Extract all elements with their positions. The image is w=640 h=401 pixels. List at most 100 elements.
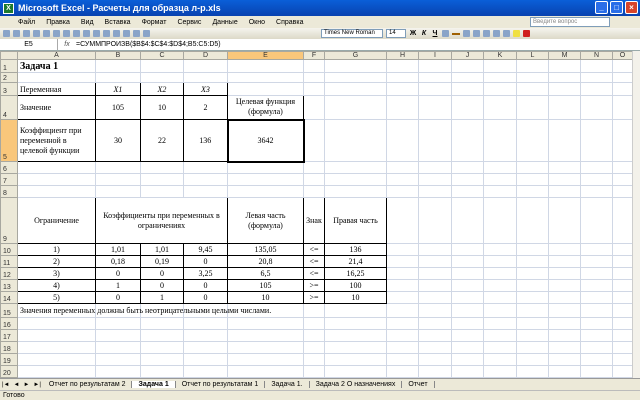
cell[interactable] (418, 185, 452, 198)
cell[interactable] (17, 341, 96, 354)
cell[interactable] (612, 279, 633, 292)
cell[interactable] (418, 82, 452, 96)
cell[interactable] (483, 95, 517, 120)
cell[interactable] (324, 303, 387, 318)
cell[interactable] (516, 173, 549, 186)
cell[interactable] (140, 72, 184, 83)
cell[interactable]: Знак (303, 197, 325, 244)
cell[interactable] (516, 291, 549, 304)
cell[interactable] (303, 365, 325, 378)
cell[interactable] (612, 353, 633, 366)
cell[interactable] (483, 303, 517, 318)
constraint-cell[interactable]: 136 (324, 243, 387, 256)
cell[interactable] (324, 185, 387, 198)
cell[interactable] (483, 291, 517, 304)
cell[interactable] (516, 82, 549, 96)
cell[interactable] (483, 59, 517, 73)
cell[interactable] (227, 72, 304, 83)
cell[interactable] (386, 291, 419, 304)
cell[interactable] (418, 303, 452, 318)
cell[interactable] (140, 341, 184, 354)
cell[interactable]: 2 (183, 95, 228, 120)
cell[interactable] (548, 279, 581, 292)
column-header-A[interactable]: A (17, 51, 96, 60)
column-header-G[interactable]: G (324, 51, 387, 60)
cell[interactable] (516, 243, 549, 256)
cell[interactable] (516, 72, 549, 83)
cell[interactable] (324, 317, 387, 330)
cell[interactable] (140, 317, 184, 330)
cell[interactable] (95, 161, 141, 174)
bold-button[interactable]: Ж (409, 30, 417, 37)
cell[interactable] (580, 365, 613, 378)
row-header[interactable]: 19 (0, 353, 18, 366)
row-header[interactable]: 4 (0, 95, 18, 120)
cell[interactable] (483, 197, 517, 244)
constraint-cell[interactable]: 105 (227, 279, 304, 292)
constraint-cell[interactable]: 1,01 (140, 243, 184, 256)
cell[interactable] (386, 185, 419, 198)
cell[interactable] (612, 291, 633, 304)
constraint-cell[interactable]: 0 (95, 267, 141, 280)
cell[interactable] (548, 185, 581, 198)
cell[interactable] (483, 72, 517, 83)
row-header[interactable]: 11 (0, 255, 18, 268)
column-header-B[interactable]: B (95, 51, 141, 60)
menu-item-3[interactable]: Вставка (105, 19, 131, 26)
row-header[interactable]: 10 (0, 243, 18, 256)
cell[interactable] (324, 72, 387, 83)
cell[interactable] (95, 353, 141, 366)
cut-icon[interactable] (63, 30, 70, 37)
cell[interactable] (580, 279, 613, 292)
cell[interactable] (516, 317, 549, 330)
cell[interactable] (95, 329, 141, 342)
cell[interactable] (612, 303, 633, 318)
cell[interactable] (17, 317, 96, 330)
chart-icon[interactable] (143, 30, 150, 37)
cell[interactable]: Левая часть (формула) (227, 197, 304, 244)
constraint-cell[interactable]: <= (303, 255, 325, 268)
cell[interactable] (580, 119, 613, 162)
cell[interactable] (183, 341, 228, 354)
align-right-icon[interactable] (463, 30, 470, 37)
column-header-J[interactable]: J (451, 51, 484, 60)
cell[interactable] (386, 197, 419, 244)
cell[interactable] (451, 185, 484, 198)
cell[interactable]: Переменная (17, 82, 96, 96)
cell[interactable] (386, 173, 419, 186)
paste-icon[interactable] (83, 30, 90, 37)
cell[interactable] (580, 317, 613, 330)
constraint-cell[interactable]: 4) (17, 279, 96, 292)
cell[interactable] (303, 82, 325, 96)
menu-item-8[interactable]: Справка (276, 19, 303, 26)
cell[interactable] (227, 161, 304, 174)
fx-icon[interactable]: fx (58, 41, 76, 48)
row-header[interactable]: 20 (0, 365, 18, 378)
cell[interactable] (516, 329, 549, 342)
column-header-H[interactable]: H (386, 51, 419, 60)
cell[interactable] (183, 173, 228, 186)
cell[interactable] (580, 267, 613, 280)
cell[interactable]: Значения переменных должны быть неотрица… (17, 303, 271, 318)
menu-item-5[interactable]: Сервис (177, 19, 201, 26)
undo-icon[interactable] (93, 30, 100, 37)
column-header-F[interactable]: F (303, 51, 325, 60)
cell[interactable] (227, 173, 304, 186)
cell[interactable] (227, 341, 304, 354)
cell[interactable] (95, 72, 141, 83)
cell[interactable] (418, 353, 452, 366)
row-header[interactable]: 3 (0, 82, 18, 96)
cell[interactable] (516, 161, 549, 174)
menu-item-7[interactable]: Окно (249, 19, 265, 26)
autosum-icon[interactable] (113, 30, 120, 37)
cell[interactable] (183, 353, 228, 366)
cell[interactable] (451, 243, 484, 256)
cell[interactable] (418, 197, 452, 244)
constraint-cell[interactable]: 0 (140, 279, 184, 292)
cell[interactable] (140, 161, 184, 174)
cell[interactable] (548, 161, 581, 174)
align-left-icon[interactable] (442, 30, 449, 37)
cell[interactable] (483, 317, 517, 330)
sheet-tab[interactable]: Задача 2 О назначениях (310, 381, 403, 388)
name-box[interactable]: E5 (0, 39, 58, 50)
